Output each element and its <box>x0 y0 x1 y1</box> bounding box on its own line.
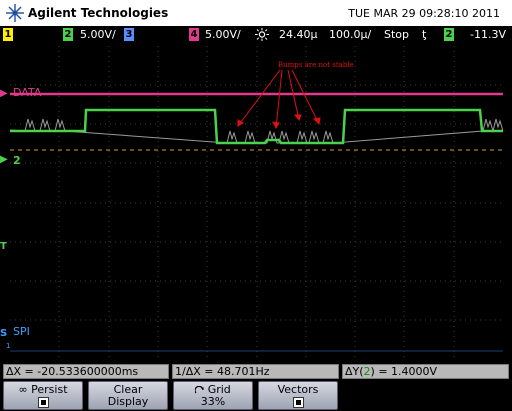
annotation-arrows <box>237 69 321 130</box>
delta-x-readout: ΔX = -20.533600000ms <box>3 364 169 379</box>
delta-y-prefix: ΔY( <box>345 365 364 378</box>
time-scale: 100.0µ/ <box>329 28 372 41</box>
delta-y-source: 2 <box>363 365 371 378</box>
data-bus-label: DATA <box>13 86 42 99</box>
trigger-marker: T <box>0 241 7 252</box>
trigger-slope: ƫ <box>422 28 427 41</box>
measurement-bar: ΔX = -20.533600000ms 1/ΔX = 48.701Hz ΔY(… <box>0 362 512 380</box>
delta-y-readout: ΔY(2) = 1.4000V <box>342 364 509 379</box>
infinity-icon: ∞ <box>18 383 28 396</box>
channel-4-indicator[interactable]: 4 <box>189 28 199 41</box>
rotary-knob-icon <box>194 385 205 393</box>
agilent-spark-logo <box>6 4 24 22</box>
persist-label: Persist <box>31 383 68 396</box>
sun-trigger-icon <box>255 28 269 41</box>
trigger-source: 2 <box>444 28 454 41</box>
title-bar: Agilent Technologies TUE MAR 29 09:28:10… <box>0 0 512 26</box>
delta-y-value: ) = 1.4000V <box>370 365 438 378</box>
brand-name: Agilent Technologies <box>28 6 169 20</box>
vectors-checkbox[interactable] <box>292 396 304 408</box>
channel-1-indicator[interactable]: 1 <box>3 28 13 41</box>
channel-2-scale: 5.00V/ <box>80 28 116 41</box>
display-label: Display <box>107 395 149 408</box>
softkey-bar: ∞ Persist Clear Display Grid 33% Vectors <box>0 380 512 411</box>
status-bar: 1 2 5.00V/ 3 4 5.00V/ 24.40µ 100.0µ/ Sto… <box>0 26 512 43</box>
annotation-text: Bumps are not stable <box>278 61 354 69</box>
channel-2-marker: ▶ <box>0 154 8 165</box>
graticule <box>10 46 503 359</box>
grid-softkey[interactable]: Grid 33% <box>173 381 253 410</box>
spi-bus-label: SPI <box>13 325 30 338</box>
clear-display-softkey[interactable]: Clear Display <box>88 381 168 410</box>
channel-4-marker: ▶ <box>0 88 8 99</box>
vectors-softkey[interactable]: Vectors <box>258 381 338 410</box>
serial-marker: S <box>0 328 8 339</box>
persist-softkey[interactable]: ∞ Persist <box>3 381 83 410</box>
run-state[interactable]: Stop <box>384 28 409 41</box>
grid-value: 33% <box>200 395 226 408</box>
persist-checkbox[interactable] <box>37 396 49 408</box>
inverse-delta-x-readout: 1/ΔX = 48.701Hz <box>172 364 339 379</box>
time-offset: 24.40µ <box>279 28 318 41</box>
channel-4-scale: 5.00V/ <box>205 28 241 41</box>
channel-2-indicator[interactable]: 2 <box>63 28 73 41</box>
vectors-label: Vectors <box>277 383 319 396</box>
date-time: TUE MAR 29 09:28:10 2011 <box>348 7 500 20</box>
waveform-display[interactable]: Bumps are not stable DATA 2 SPI <box>10 46 503 359</box>
trigger-level: -11.3V <box>470 28 506 41</box>
channel-3-indicator[interactable]: 3 <box>124 28 134 41</box>
channel-2-label: 2 <box>13 154 21 167</box>
